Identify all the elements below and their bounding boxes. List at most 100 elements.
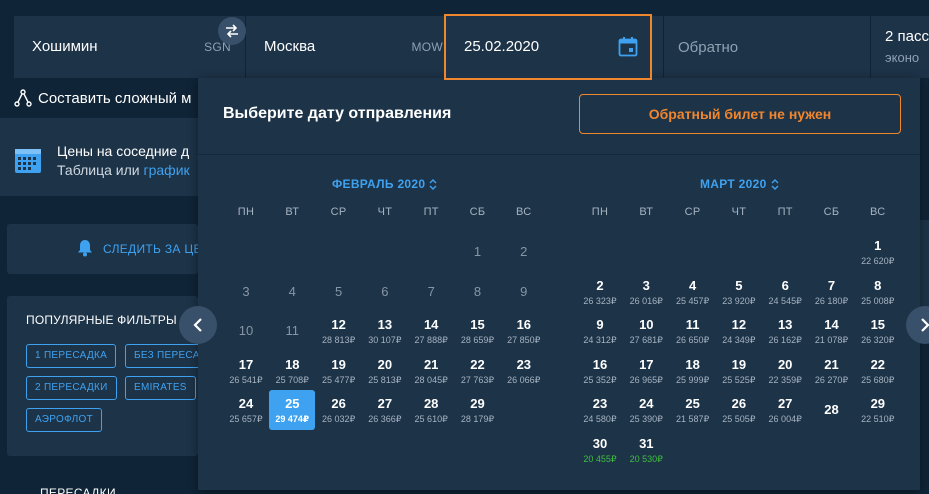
calendar-day[interactable]: 28 25 610₽ [408,390,454,430]
calendar-day[interactable]: 23 26 066₽ [501,351,547,391]
follow-price-label: СЛЕДИТЬ ЗА ЦЕ [103,242,202,256]
calendar-day[interactable]: 19 25 477₽ [316,351,362,391]
calendar-day[interactable]: 23 24 580₽ [577,390,623,430]
weekday-label: СБ [469,206,486,218]
calendar-day[interactable]: 12 28 813₽ [316,311,362,351]
calendar-day[interactable]: 2 26 323₽ [577,272,623,312]
calendar-day[interactable]: 24 25 390₽ [623,390,669,430]
calendar-day[interactable]: 27 26 004₽ [762,390,808,430]
weekday-label: ПН [591,206,609,218]
sort-arrows-icon [429,178,437,190]
day-price: 26 650₽ [675,335,710,345]
filter-chip-aeroflot[interactable]: АЭРОФЛОТ [26,408,102,432]
calendar-day[interactable]: 17 26 541₽ [223,351,269,391]
calendar-day[interactable]: 13 30 107₽ [362,311,408,351]
calendar-day[interactable]: 18 25 708₽ [269,351,315,391]
day-number: 21 [824,356,839,372]
calendar-day[interactable]: 21 26 270₽ [809,351,855,391]
calendar-day[interactable]: 14 21 078₽ [809,311,855,351]
calendar-day[interactable]: 5 23 920₽ [716,272,762,312]
popup-divider [198,154,920,155]
day-number: 13 [377,317,393,332]
calendar-day-selected[interactable]: 25 29 474₽ [269,390,316,430]
day-price: 25 813₽ [368,374,402,385]
day-price: 24 349₽ [722,335,756,345]
calendar-day[interactable]: 16 27 850₽ [501,311,547,351]
day-number: 1 [473,244,482,259]
prev-month-button[interactable] [179,306,217,344]
calendar-day[interactable]: 22 27 763₽ [455,351,501,391]
day-number: 25 [685,396,700,411]
calendar-day[interactable]: 15 28 659₽ [455,311,501,351]
day-number: 29 [870,396,886,411]
complex-route-label: Составить сложный м [38,89,192,107]
day-price: 26 270₽ [814,374,849,385]
calendar-day[interactable]: 14 27 888₽ [408,311,454,351]
depart-date-field[interactable]: 25.02.2020 [444,14,652,80]
day-price: 30 107₽ [368,335,402,345]
calendar-day[interactable]: 17 26 965₽ [623,351,669,391]
weekday-label: ПН [237,206,255,218]
month-title-label: ФЕВРАЛЬ 2020 [332,177,426,191]
calendar-day[interactable]: 26 25 505₽ [716,390,762,430]
day-price: 26 965₽ [629,374,663,385]
return-date-field[interactable]: Обратно [664,16,871,78]
day-number: 11 [685,317,700,332]
day-number: 3 [642,277,650,293]
filter-chip-1-transfer[interactable]: 1 ПЕРЕСАДКА [26,344,117,368]
day-price: 25 390₽ [629,414,663,424]
follow-price-button[interactable]: СЛЕДИТЬ ЗА ЦЕ [7,224,202,274]
calendar-day[interactable]: 8 25 008₽ [855,272,901,312]
day-number: 13 [777,317,793,332]
calendar-day[interactable]: 16 25 352₽ [577,351,623,391]
calendar-day[interactable]: 25 21 587₽ [670,390,716,430]
month-title-2[interactable]: МАРТ 2020 [700,177,779,191]
calendar-day[interactable]: 11 26 650₽ [670,311,716,351]
day-price: 24 312₽ [583,335,617,345]
calendar-day[interactable]: 7 26 180₽ [809,272,855,312]
calendar-day[interactable]: 9 24 312₽ [577,311,623,351]
calendar-day[interactable]: 20 25 813₽ [362,351,408,391]
calendar-day[interactable]: 29 22 510₽ [855,390,901,430]
calendar-day: 10 [223,311,269,351]
destination-field[interactable]: Москва MOW [246,16,458,78]
calendar-day[interactable]: 3 26 016₽ [623,272,669,312]
swap-cities-button[interactable] [218,17,246,45]
chart-link[interactable]: график [144,162,190,178]
calendar-day[interactable]: 18 25 999₽ [670,351,716,391]
day-number: 9 [596,317,604,332]
calendar-day[interactable]: 20 22 359₽ [762,351,808,391]
calendar-day[interactable]: 21 28 045₽ [408,351,454,391]
table-link[interactable]: Таблица [57,162,112,178]
complex-route-link[interactable]: Составить сложный м [14,89,191,107]
calendar-day[interactable]: 26 26 032₽ [316,390,362,430]
calendar-day[interactable]: 22 25 680₽ [855,351,901,391]
filter-chip-2-transfers[interactable]: 2 ПЕРЕСАДКИ [26,376,117,400]
no-return-button[interactable]: Обратный билет не нужен [579,94,901,134]
calendar-day[interactable]: 13 26 162₽ [762,311,808,351]
day-price: 26 016₽ [629,295,663,306]
day-number: 24 [639,396,654,411]
calendar-day[interactable]: 10 27 681₽ [623,311,669,351]
passengers-field[interactable]: 2 пасс эконо [871,16,929,78]
weekday-label: ПТ [777,206,793,218]
calendar-day[interactable]: 24 25 657₽ [223,390,269,430]
calendar-day[interactable]: 12 24 349₽ [716,311,762,351]
day-price: 29 474₽ [275,414,310,424]
calendar-day[interactable]: 4 25 457₽ [670,272,716,312]
day-number: 31 [639,435,654,451]
calendar-day[interactable]: 19 25 525₽ [716,351,762,391]
day-price: 23 920₽ [722,295,756,306]
calendar-day[interactable]: 1 22 620₽ [855,232,901,272]
calendar-day[interactable]: 30 20 455₽ [577,430,623,470]
month-title-1[interactable]: ФЕВРАЛЬ 2020 [332,177,437,191]
calendar-day[interactable]: 29 28 179₽ [455,390,501,430]
calendar-day[interactable]: 6 24 545₽ [762,272,808,312]
calendar-day[interactable]: 31 20 530₽ [623,430,669,470]
origin-field[interactable]: Хошимин SGN [14,16,246,78]
calendar-day[interactable]: 27 26 366₽ [362,390,408,430]
calendar-day[interactable]: 28 [809,390,855,430]
filter-chip-emirates[interactable]: EMIRATES [125,376,196,400]
day-price: 27 763₽ [460,374,495,385]
calendar-day[interactable]: 15 26 320₽ [855,311,901,351]
